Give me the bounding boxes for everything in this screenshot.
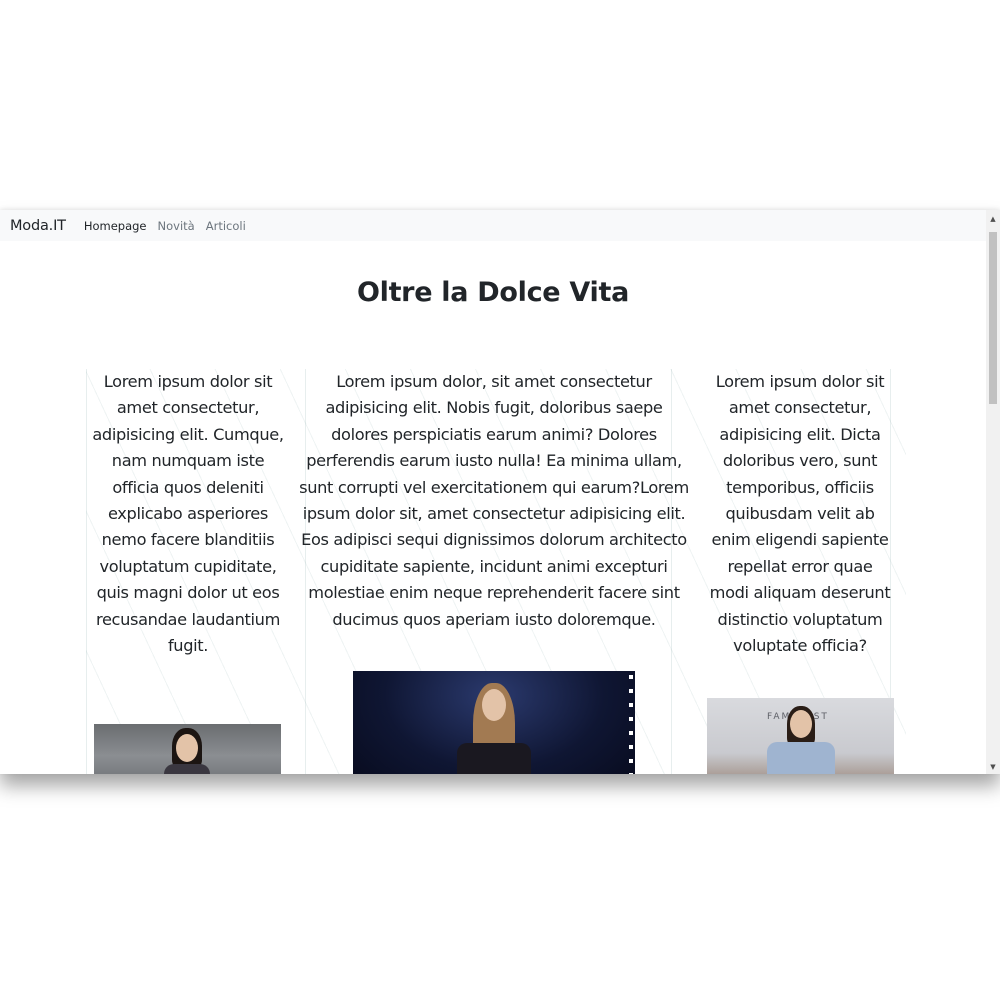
column-divider xyxy=(86,369,87,774)
scrollbar-thumb[interactable] xyxy=(989,232,997,404)
browser-viewport: Moda.IT Homepage Novità Articoli Oltre l… xyxy=(0,210,1000,774)
model-outfit xyxy=(767,742,835,774)
article-column-3: Lorem ipsum dolor sit amet consectetur, … xyxy=(706,369,894,659)
model-face xyxy=(482,689,506,721)
column-text: Lorem ipsum dolor sit amet consectetur, … xyxy=(709,372,891,656)
model-face xyxy=(790,710,812,738)
navbar-brand[interactable]: Moda.IT xyxy=(10,218,66,234)
nav-link-homepage[interactable]: Homepage xyxy=(84,219,147,233)
navbar: Moda.IT Homepage Novità Articoli xyxy=(0,210,986,241)
column-text: Lorem ipsum dolor, sit amet consectetur … xyxy=(299,372,689,629)
nav-link-novita[interactable]: Novità xyxy=(158,219,195,233)
page-title: Oltre la Dolce Vita xyxy=(356,277,630,308)
main-content: Oltre la Dolce Vita Lorem ipsum dolor si… xyxy=(0,241,986,774)
runway-lights xyxy=(629,675,633,774)
vertical-scrollbar[interactable]: ▲ ▼ xyxy=(986,210,1000,774)
column-text: Lorem ipsum dolor sit amet consectetur, … xyxy=(92,372,284,656)
article-column-1: Lorem ipsum dolor sit amet consectetur, … xyxy=(92,369,284,659)
nav-link-articoli[interactable]: Articoli xyxy=(206,219,246,233)
scroll-down-icon[interactable]: ▼ xyxy=(986,760,1000,774)
model-face xyxy=(176,734,198,762)
model-photo xyxy=(94,724,281,774)
runway-photo xyxy=(353,671,635,774)
model-photo: FAMI IRST xyxy=(707,698,894,774)
scroll-up-icon[interactable]: ▲ xyxy=(986,212,1000,226)
article-column-2: Lorem ipsum dolor, sit amet consectetur … xyxy=(298,369,690,633)
model-outfit xyxy=(457,743,531,774)
model-outfit xyxy=(164,764,210,774)
